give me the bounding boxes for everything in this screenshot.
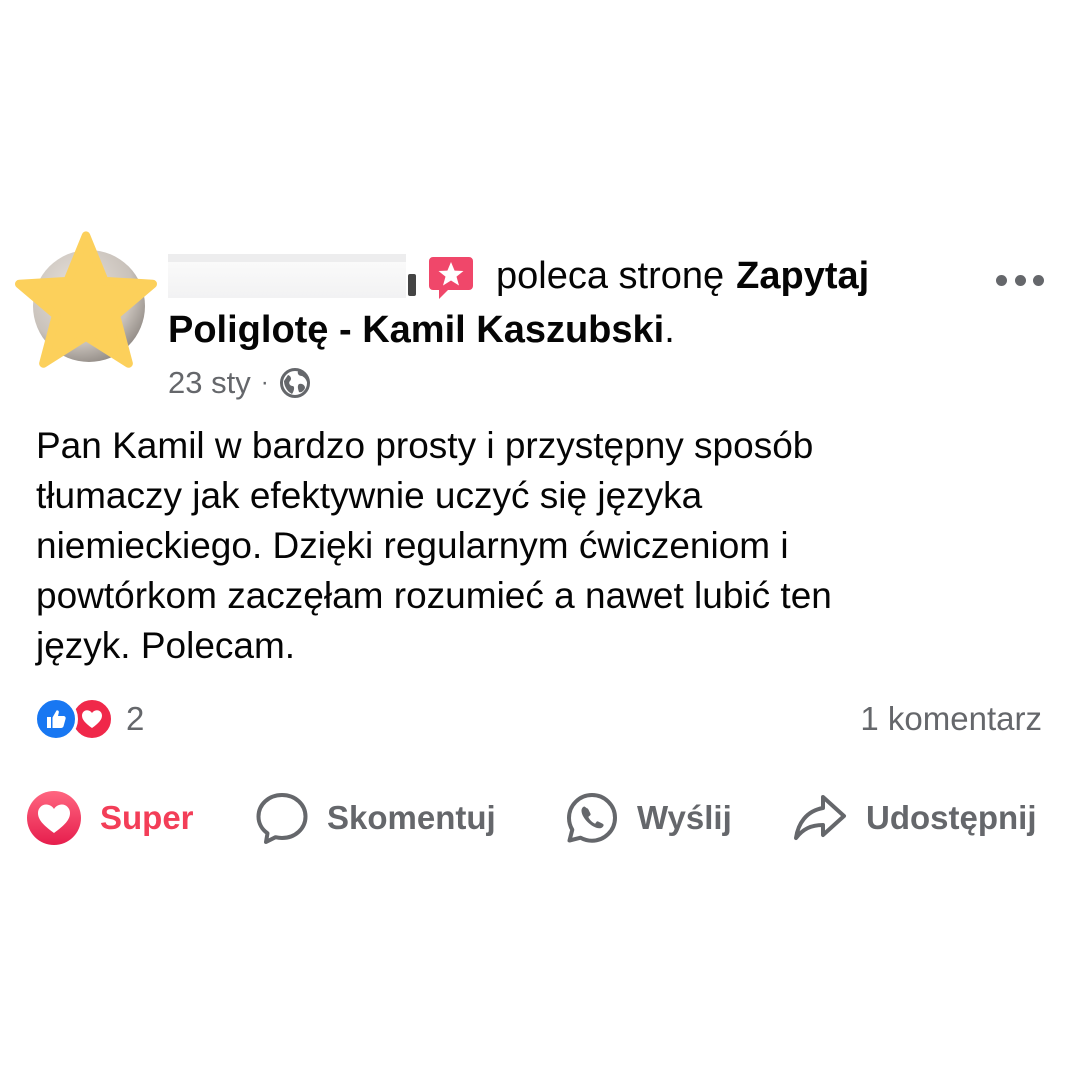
dot-icon: [1014, 274, 1026, 286]
recommendation-post: poleca stronę Zapytaj Poliglotę - Kamil …: [0, 0, 1080, 1080]
send-button[interactable]: Wyślij: [565, 788, 732, 848]
post-body: Pan Kamil w bardzo prosty i przystępny s…: [36, 421, 1046, 671]
recommendation-badge-icon: [429, 257, 473, 299]
post-header-line2: Poliglotę - Kamil Kaszubski .: [168, 304, 675, 356]
like-icon: [34, 697, 78, 741]
page-name-link-continued[interactable]: Poliglotę - Kamil Kaszubski: [168, 309, 664, 352]
send-label: Wyślij: [637, 799, 732, 836]
comment-button[interactable]: Skomentuj: [255, 788, 496, 848]
love-reaction-icon: [27, 791, 81, 845]
author-name-redacted[interactable]: [168, 254, 416, 298]
star-overlay-icon: [15, 231, 157, 368]
dot-icon: [1033, 274, 1044, 286]
reactions-summary[interactable]: 2: [34, 696, 144, 742]
post-header: poleca stronę Zapytaj: [168, 250, 869, 302]
meta-separator: ·: [260, 369, 269, 396]
whatsapp-icon: [567, 793, 617, 843]
post-body-line: niemieckiego. Dzięki regularnym ćwiczeni…: [36, 525, 789, 566]
reaction-count: 2: [126, 700, 145, 737]
page-name-period: .: [664, 308, 675, 351]
share-label: Udostępnij: [866, 799, 1037, 836]
post-body-line: Pan Kamil w bardzo prosty i przystępny s…: [36, 425, 814, 466]
avatar[interactable]: [15, 231, 157, 368]
comment-label: Skomentuj: [327, 799, 496, 836]
share-arrow-icon: [794, 795, 846, 840]
page-name-link[interactable]: Zapytaj: [736, 255, 869, 298]
post-body-line: tłumaczy jak efektywnie uczyć się języka: [36, 475, 703, 516]
share-button[interactable]: Udostępnij: [792, 788, 1037, 848]
comment-bubble-icon: [256, 793, 308, 844]
action-bar: Super Skomentuj Wyślij Udostępnij: [0, 788, 1080, 848]
post-meta: 23 sty ·: [168, 363, 311, 403]
more-options-button[interactable]: [996, 268, 1044, 292]
comments-count[interactable]: 1 komentarz: [860, 696, 1042, 742]
recommend-text: poleca stronę: [496, 254, 725, 297]
post-body-line: język. Polecam.: [36, 625, 296, 666]
super-button[interactable]: Super: [26, 788, 194, 848]
super-label: Super: [100, 799, 194, 836]
post-body-line: powtórkom zaczęłam rozumieć a nawet lubi…: [36, 575, 832, 616]
post-date[interactable]: 23 sty: [168, 365, 251, 401]
globe-icon: [279, 368, 310, 398]
dot-icon: [996, 274, 1007, 286]
